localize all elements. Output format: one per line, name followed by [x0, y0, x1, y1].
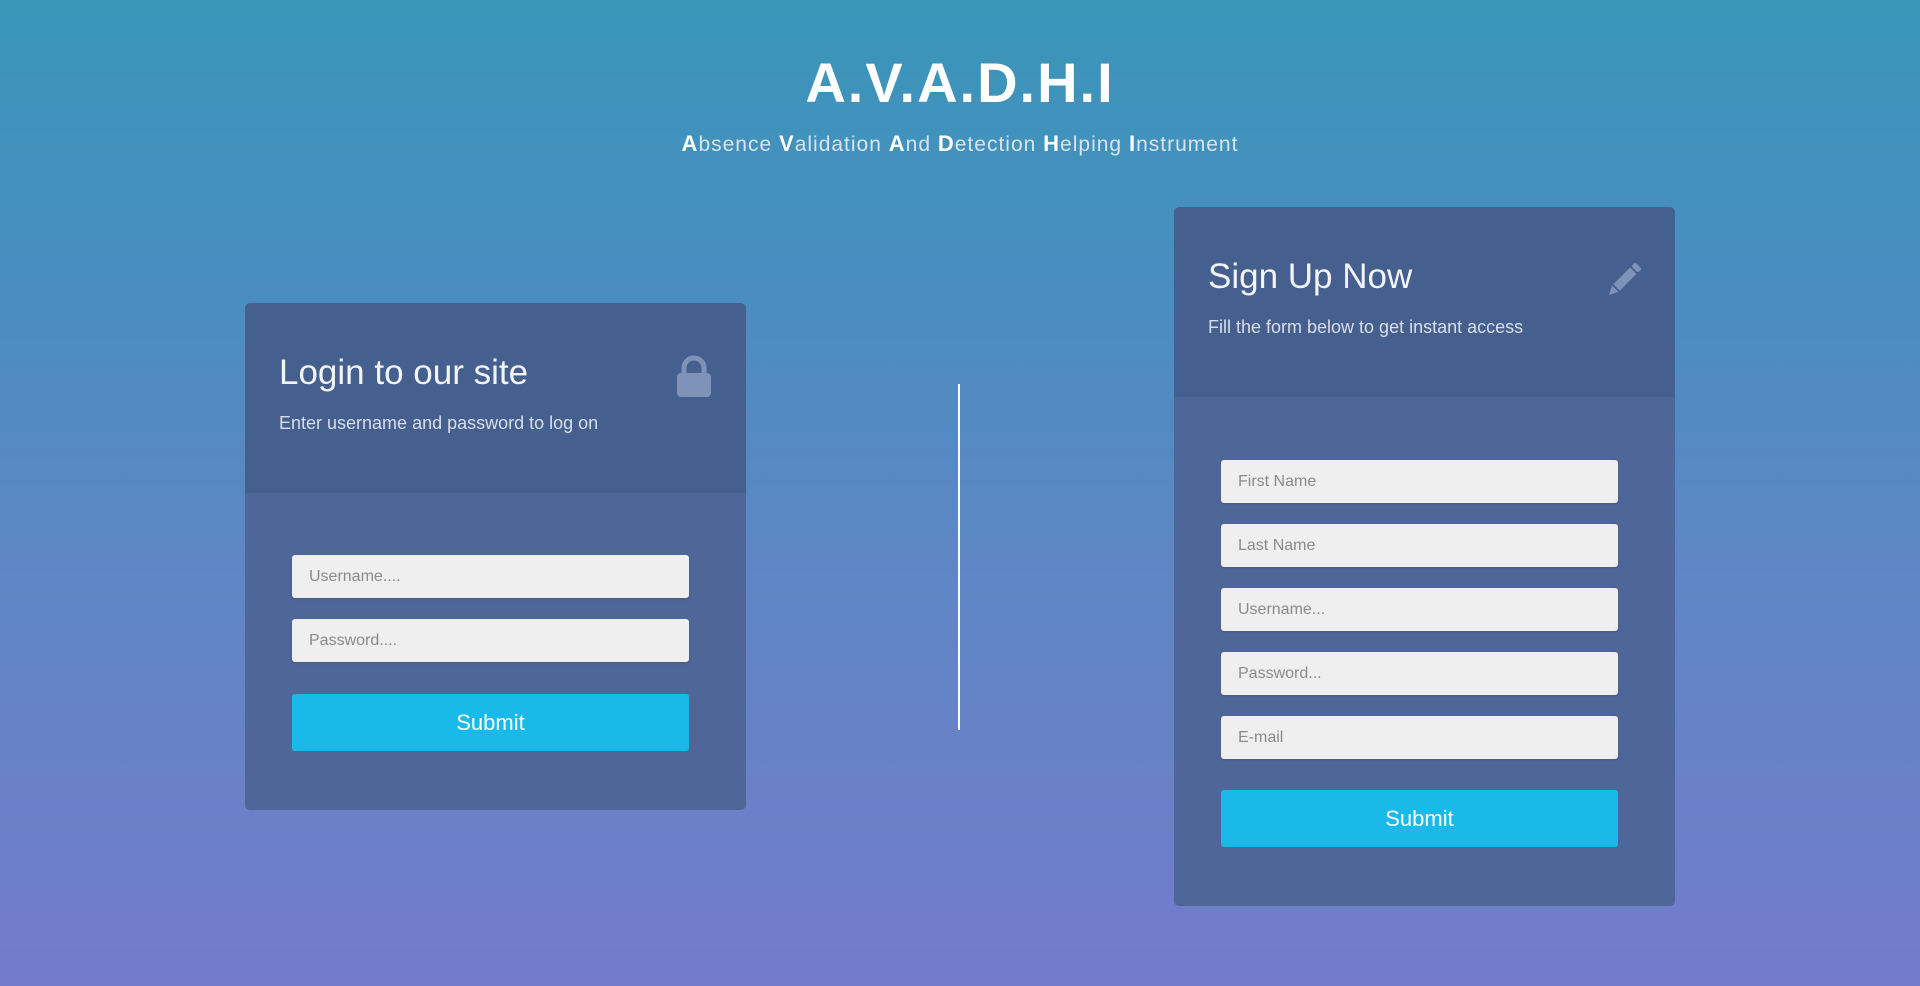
- signup-title: Sign Up Now: [1208, 257, 1413, 296]
- subtitle-word: Detection: [937, 131, 1037, 156]
- signup-last-name-input[interactable]: [1221, 524, 1618, 567]
- vertical-divider: [958, 384, 960, 730]
- login-card: Login to our site Enter username and pas…: [245, 303, 746, 810]
- subtitle-word: Instrument: [1128, 131, 1239, 156]
- pencil-icon: [1608, 262, 1642, 296]
- signup-email-input[interactable]: [1221, 716, 1618, 759]
- login-form: Submit: [245, 493, 746, 810]
- site-title: A.V.A.D.H.I: [805, 51, 1115, 114]
- login-card-header: Login to our site Enter username and pas…: [245, 303, 746, 493]
- subtitle-word: Helping: [1043, 131, 1123, 156]
- login-submit-button[interactable]: Submit: [292, 694, 689, 751]
- signup-description: Fill the form below to get instant acces…: [1208, 317, 1524, 337]
- login-description: Enter username and password to log on: [279, 413, 599, 433]
- subtitle-word: Absence: [681, 131, 773, 156]
- login-username-input[interactable]: [292, 555, 689, 598]
- subtitle-word: Validation: [779, 131, 882, 156]
- site-subtitle: Absence Validation And Detection Helping…: [0, 131, 1920, 157]
- signup-form: Submit: [1174, 397, 1675, 906]
- subtitle-word: And: [888, 131, 932, 156]
- signup-card-header: Sign Up Now Fill the form below to get i…: [1174, 207, 1675, 397]
- signup-card: Sign Up Now Fill the form below to get i…: [1174, 207, 1675, 906]
- login-password-input[interactable]: [292, 619, 689, 662]
- login-title: Login to our site: [279, 353, 529, 392]
- signup-first-name-input[interactable]: [1221, 460, 1618, 503]
- lock-icon: [677, 355, 711, 397]
- signup-password-input[interactable]: [1221, 652, 1618, 695]
- signup-submit-button[interactable]: Submit: [1221, 790, 1618, 847]
- signup-username-input[interactable]: [1221, 588, 1618, 631]
